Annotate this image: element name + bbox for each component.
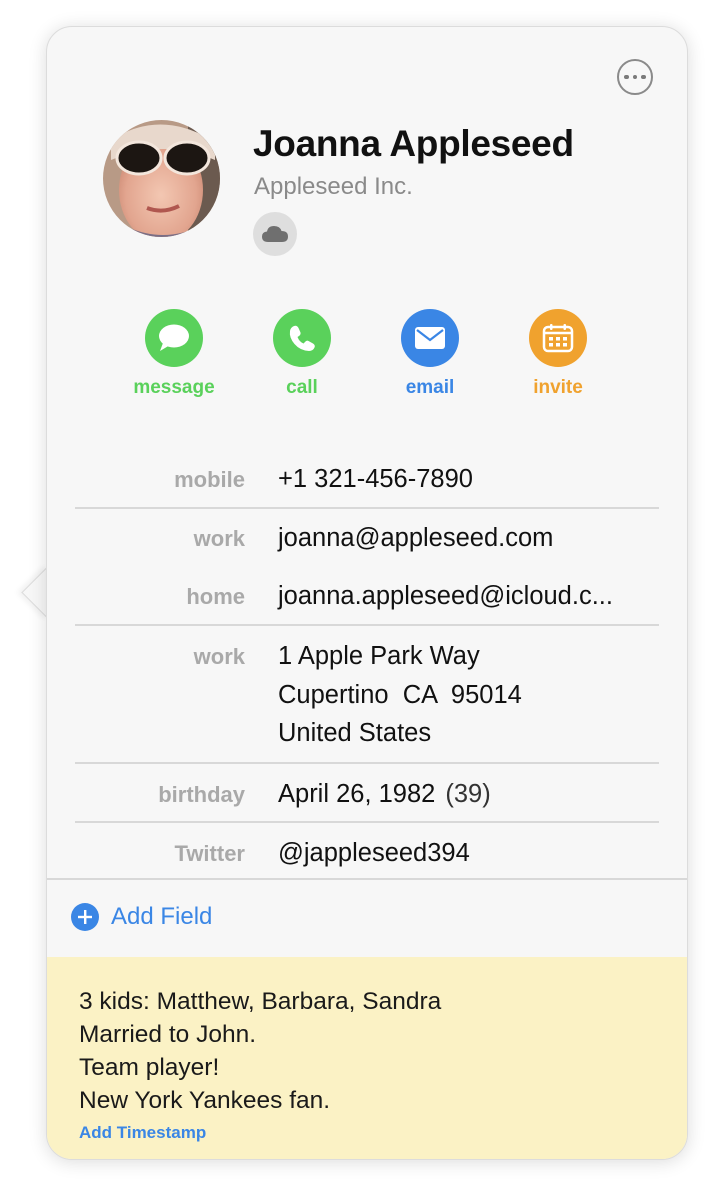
email-action-label: email bbox=[405, 377, 455, 398]
call-action-button[interactable]: call bbox=[242, 309, 362, 399]
notes-area[interactable]: 3 kids: Matthew, Barbara, Sandra Married… bbox=[47, 957, 687, 1159]
account-badge bbox=[253, 212, 297, 256]
field-value[interactable]: +1 321-456-7890 bbox=[278, 460, 473, 499]
divider bbox=[75, 624, 659, 626]
more-options-button[interactable] bbox=[617, 59, 653, 95]
birthday-date: April 26, 1982 bbox=[278, 780, 436, 808]
field-label: Twitter bbox=[174, 841, 245, 866]
calendar-icon bbox=[529, 309, 587, 367]
field-label: home bbox=[186, 584, 245, 609]
note-line: New York Yankees fan. bbox=[79, 1087, 331, 1114]
add-field-label: Add Field bbox=[111, 903, 213, 930]
field-label: work bbox=[193, 526, 245, 551]
divider bbox=[75, 821, 659, 823]
contact-card-popover: Joanna Appleseed Appleseed Inc. message … bbox=[46, 26, 688, 1160]
ellipsis-dot bbox=[632, 74, 638, 80]
ellipsis-circle-icon bbox=[624, 74, 629, 80]
message-bubble-icon bbox=[145, 309, 203, 367]
age-value: (39) bbox=[445, 780, 491, 808]
divider bbox=[75, 762, 659, 764]
field-label: work bbox=[193, 644, 245, 669]
plus-circle-icon bbox=[71, 903, 99, 931]
notes-text[interactable]: 3 kids: Matthew, Barbara, Sandra Married… bbox=[79, 985, 441, 1117]
message-action-label: message bbox=[133, 377, 215, 398]
birthday-value[interactable]: April 26, 1982 (39) bbox=[278, 775, 491, 814]
envelope-icon bbox=[401, 309, 459, 367]
invite-action-button[interactable]: invite bbox=[498, 309, 618, 399]
divider bbox=[75, 507, 659, 509]
avatar bbox=[103, 120, 220, 237]
field-label: mobile bbox=[174, 467, 245, 492]
phone-icon bbox=[273, 309, 331, 367]
add-timestamp-link[interactable]: Add Timestamp bbox=[79, 1123, 206, 1143]
address-value[interactable]: 1 Apple Park Way Cupertino CA 95014 Unit… bbox=[278, 637, 522, 753]
divider bbox=[47, 878, 687, 880]
note-line: 3 kids: Matthew, Barbara, Sandra bbox=[79, 988, 442, 1015]
avatar-photo bbox=[103, 120, 220, 237]
field-value[interactable]: joanna.appleseed@icloud.c... bbox=[278, 577, 613, 616]
field-value[interactable]: @jappleseed394 bbox=[278, 834, 470, 873]
note-line: Team player! bbox=[79, 1054, 220, 1081]
invite-action-label: invite bbox=[533, 377, 583, 398]
field-label: birthday bbox=[158, 782, 245, 807]
call-action-label: call bbox=[286, 377, 318, 398]
address-line: United States bbox=[278, 719, 432, 747]
address-line: Cupertino CA 95014 bbox=[278, 680, 522, 709]
address-line: 1 Apple Park Way bbox=[278, 642, 480, 670]
email-action-button[interactable]: email bbox=[370, 309, 490, 399]
contact-name: Joanna Appleseed bbox=[253, 123, 574, 164]
add-field-button[interactable]: Add Field bbox=[71, 903, 212, 931]
quick-actions: message call email invite bbox=[126, 309, 646, 409]
note-line: Married to John. bbox=[79, 1021, 257, 1048]
cloud-icon bbox=[262, 226, 288, 242]
message-action-button[interactable]: message bbox=[114, 309, 234, 399]
ellipsis-dot bbox=[641, 74, 646, 80]
field-value[interactable]: joanna@appleseed.com bbox=[278, 519, 553, 558]
contact-company: Appleseed Inc. bbox=[254, 173, 413, 200]
